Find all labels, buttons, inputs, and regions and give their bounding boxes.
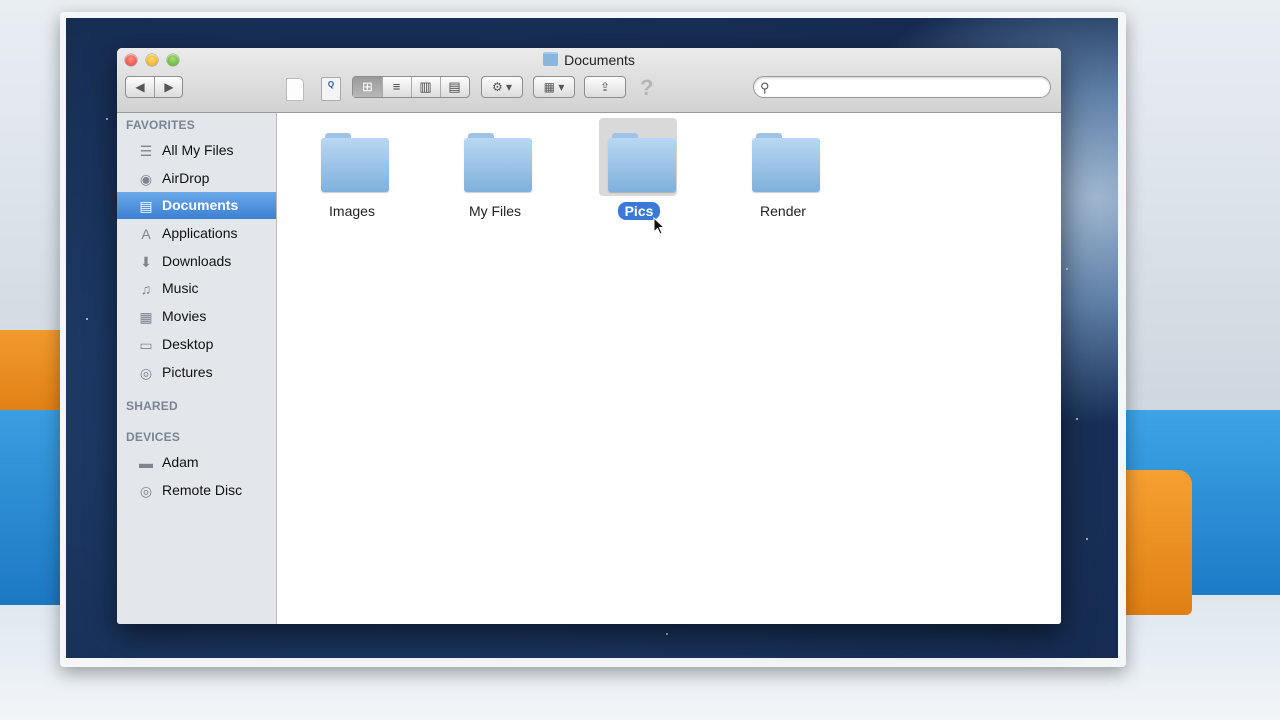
help-icon[interactable]: ? xyxy=(640,75,653,101)
folder-images[interactable]: Images xyxy=(307,113,397,223)
list-view-button[interactable]: ≡ xyxy=(382,77,412,97)
folder-pics[interactable]: Pics xyxy=(594,113,684,223)
back-forward-group: ◀ ▶ xyxy=(125,76,183,98)
share-button[interactable]: ⇪ xyxy=(584,76,626,98)
folder-icon xyxy=(321,138,389,192)
mouse-cursor-icon xyxy=(653,217,665,235)
arrange-button[interactable]: ▦ ▾ xyxy=(533,76,575,98)
documents-icon: ▤ xyxy=(139,198,153,214)
applications-icon: A xyxy=(141,226,151,242)
folder-my-files[interactable]: My Files xyxy=(450,113,540,223)
pictures-icon: ◎ xyxy=(139,365,153,381)
document-icon[interactable] xyxy=(286,78,304,101)
all-files-icon: ☰ xyxy=(139,143,153,159)
sidebar-item-adam[interactable]: ▬ Adam xyxy=(117,449,276,476)
quicklook-icon[interactable]: Q xyxy=(321,77,341,101)
downloads-icon: ⬇ xyxy=(140,254,152,270)
folder-render[interactable]: Render xyxy=(738,113,828,223)
folder-icon xyxy=(543,52,559,66)
sidebar-item-all-my-files[interactable]: ☰ All My Files xyxy=(117,137,276,164)
folder-icon xyxy=(752,138,820,192)
coverflow-view-button[interactable]: ▤ xyxy=(440,77,469,97)
forward-button[interactable]: ▶ xyxy=(155,77,183,97)
sidebar: FAVORITES ☰ All My Files ◉ AirDrop ▤ Doc… xyxy=(117,113,277,624)
titlebar: Documents ◀ ▶ Q ⊞ ≡ ▥ ▤ ⚙ ▾ ▦ ▾ ⇪ ? ⚲ xyxy=(117,48,1061,113)
sidebar-item-airdrop[interactable]: ◉ AirDrop xyxy=(117,165,276,192)
sidebar-item-movies[interactable]: ▦ Movies xyxy=(117,303,276,330)
sidebar-header-shared: SHARED xyxy=(126,399,178,413)
search-icon: ⚲ xyxy=(760,80,770,95)
movies-icon: ▦ xyxy=(139,309,153,325)
search-field[interactable]: ⚲ xyxy=(753,76,1051,98)
window-title: Documents xyxy=(117,52,1061,68)
search-input[interactable] xyxy=(780,79,1044,97)
back-button[interactable]: ◀ xyxy=(126,77,155,97)
sidebar-item-music[interactable]: ♫ Music xyxy=(117,275,276,302)
view-mode-group: ⊞ ≡ ▥ ▤ xyxy=(352,76,470,98)
folder-icon xyxy=(608,138,676,192)
sidebar-item-desktop[interactable]: ▭ Desktop xyxy=(117,331,276,358)
hard-drive-icon: ▬ xyxy=(139,455,153,471)
disc-icon: ◎ xyxy=(139,483,153,499)
icon-view-button[interactable]: ⊞ xyxy=(353,77,383,97)
airdrop-icon: ◉ xyxy=(139,171,153,187)
desktop-icon: ▭ xyxy=(139,337,153,353)
file-browser-content: Images My Files Pics Render xyxy=(277,113,1061,624)
sidebar-item-downloads[interactable]: ⬇ Downloads xyxy=(117,248,276,275)
music-icon: ♫ xyxy=(140,281,152,297)
sidebar-item-remote-disc[interactable]: ◎ Remote Disc xyxy=(117,477,276,504)
sidebar-item-documents[interactable]: ▤ Documents xyxy=(117,192,276,219)
sidebar-item-pictures[interactable]: ◎ Pictures xyxy=(117,359,276,386)
folder-icon xyxy=(464,138,532,192)
column-view-button[interactable]: ▥ xyxy=(411,77,441,97)
sidebar-header-devices: DEVICES xyxy=(126,430,181,444)
action-gear-button[interactable]: ⚙ ▾ xyxy=(481,76,523,98)
sidebar-item-applications[interactable]: A Applications xyxy=(117,220,276,247)
sidebar-header-favorites: FAVORITES xyxy=(126,118,195,132)
finder-window: Documents ◀ ▶ Q ⊞ ≡ ▥ ▤ ⚙ ▾ ▦ ▾ ⇪ ? ⚲ FA… xyxy=(117,48,1061,624)
